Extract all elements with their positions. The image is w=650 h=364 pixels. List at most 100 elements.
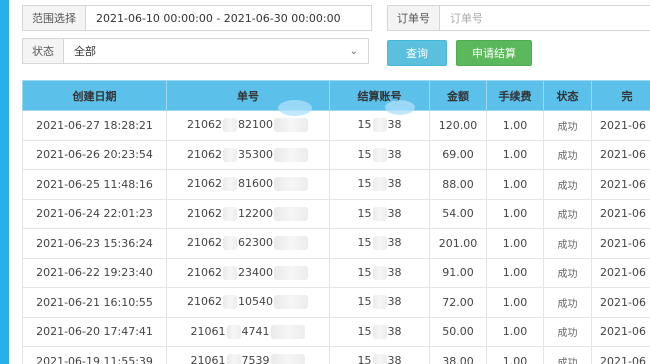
redaction-mask xyxy=(372,265,387,280)
account-prefix: 15 xyxy=(357,354,372,364)
created-date-cell: 2021-06-27 18:28:21 xyxy=(22,110,167,141)
redaction-mask xyxy=(223,177,237,192)
order-number-cell: 21062 35300 xyxy=(166,139,330,170)
order-number-suffix: 4741 xyxy=(241,324,270,338)
fee-cell: 1.00 xyxy=(486,257,544,288)
redaction-mask xyxy=(372,295,387,310)
created-date-cell: 2021-06-22 19:23:40 xyxy=(22,257,167,288)
account-prefix: 15 xyxy=(357,206,372,220)
col-header-fee[interactable]: 手续费 xyxy=(486,80,544,111)
status-cell: 成功 xyxy=(543,257,592,288)
redaction-mask xyxy=(274,118,308,133)
redaction-mask xyxy=(372,236,387,251)
order-number-cell: 21061 7539 xyxy=(166,346,330,364)
date-range-filter: 范围选择 2021-06-10 00:00:00 - 2021-06-30 00… xyxy=(22,5,372,31)
order-number-suffix: 12200 xyxy=(238,206,273,220)
table-row[interactable]: 2021-06-24 22:01:23 21062 12200 15 38 54.0… xyxy=(22,198,650,229)
fee-cell: 1.00 xyxy=(486,287,544,318)
completed-date-cell: 2021-06 xyxy=(591,139,650,170)
created-date-cell: 2021-06-26 20:23:54 xyxy=(22,139,167,170)
query-button[interactable]: 查询 xyxy=(387,40,447,66)
account-prefix: 15 xyxy=(357,324,372,338)
table-row[interactable]: 2021-06-25 11:48:16 21062 81600 15 38 88.0… xyxy=(22,169,650,200)
account-suffix: 38 xyxy=(387,265,402,279)
redaction-mask xyxy=(274,236,308,251)
order-number-prefix: 21062 xyxy=(187,265,222,279)
settlement-account-cell: 15 38 xyxy=(329,169,430,200)
apply-settlement-button[interactable]: 申请结算 xyxy=(456,40,532,66)
account-suffix: 38 xyxy=(387,295,402,309)
order-number-suffix: 10540 xyxy=(238,295,273,309)
account-prefix: 15 xyxy=(357,265,372,279)
amount-cell: 54.00 xyxy=(429,198,487,229)
table-row[interactable]: 2021-06-19 11:55:39 21061 7539 15 38 38.00… xyxy=(22,346,650,364)
completed-date-cell: 2021-06 xyxy=(591,316,650,347)
order-number-prefix: 21061 xyxy=(190,354,226,364)
redaction-mask xyxy=(274,206,308,221)
settlement-account-cell: 15 38 xyxy=(329,287,430,318)
col-header-status[interactable]: 状态 xyxy=(543,80,592,111)
amount-cell: 91.00 xyxy=(429,257,487,288)
table-row[interactable]: 2021-06-22 19:23:40 21062 23400 15 38 91.0… xyxy=(22,257,650,288)
account-suffix: 38 xyxy=(387,354,402,364)
order-number-prefix: 21062 xyxy=(187,206,222,220)
amount-cell: 201.00 xyxy=(429,228,487,259)
completed-date-cell: 2021-06 xyxy=(591,198,650,229)
order-number-suffix: 82100 xyxy=(238,118,273,132)
blur-artifact xyxy=(278,100,312,116)
account-suffix: 38 xyxy=(387,236,402,250)
table-header-row: 创建日期 单号 结算账号 金额 手续费 状态 完 xyxy=(22,80,650,111)
created-date-cell: 2021-06-24 22:01:23 xyxy=(22,198,167,229)
order-number-label: 订单号 xyxy=(387,5,439,31)
table-row[interactable]: 2021-06-20 17:47:41 21061 4741 15 38 50.00… xyxy=(22,316,650,347)
redaction-mask xyxy=(372,206,387,221)
status-cell: 成功 xyxy=(543,316,592,347)
order-number-prefix: 21061 xyxy=(190,324,226,338)
settlement-account-cell: 15 38 xyxy=(329,346,430,364)
settlement-account-cell: 15 38 xyxy=(329,110,430,141)
fee-cell: 1.00 xyxy=(486,228,544,259)
status-select[interactable]: 全部 ⌄ xyxy=(63,38,369,64)
order-number-cell: 21062 81600 xyxy=(166,169,330,200)
date-range-label: 范围选择 xyxy=(22,5,85,31)
table-row[interactable]: 2021-06-23 15:36:24 21062 62300 15 38 201.… xyxy=(22,228,650,259)
redaction-mask xyxy=(372,324,387,339)
completed-date-cell: 2021-06 xyxy=(591,169,650,200)
col-header-completed[interactable]: 完 xyxy=(591,80,650,111)
col-header-amount[interactable]: 金额 xyxy=(429,80,487,111)
order-number-input[interactable]: 订单号 xyxy=(439,5,650,31)
table-row[interactable]: 2021-06-27 18:28:21 21062 82100 15 38 120.… xyxy=(22,110,650,141)
table-row[interactable]: 2021-06-21 16:10:55 21062 10540 15 38 72.0… xyxy=(22,287,650,318)
order-number-cell: 21062 62300 xyxy=(166,228,330,259)
status-cell: 成功 xyxy=(543,169,592,200)
order-number-cell: 21062 10540 xyxy=(166,287,330,318)
order-number-cell: 21062 12200 xyxy=(166,198,330,229)
order-number-prefix: 21062 xyxy=(187,147,222,161)
redaction-mask xyxy=(372,354,387,364)
redaction-mask xyxy=(372,118,387,133)
settlement-account-cell: 15 38 xyxy=(329,198,430,229)
fee-cell: 1.00 xyxy=(486,346,544,364)
created-date-cell: 2021-06-20 17:47:41 xyxy=(22,316,167,347)
fee-cell: 1.00 xyxy=(486,198,544,229)
account-prefix: 15 xyxy=(357,236,372,250)
account-prefix: 15 xyxy=(357,295,372,309)
created-date-cell: 2021-06-23 15:36:24 xyxy=(22,228,167,259)
redaction-mask xyxy=(223,265,237,280)
account-prefix: 15 xyxy=(357,177,372,191)
settlement-account-cell: 15 38 xyxy=(329,139,430,170)
status-cell: 成功 xyxy=(543,110,592,141)
status-cell: 成功 xyxy=(543,139,592,170)
redaction-mask xyxy=(223,295,237,310)
settlement-account-cell: 15 38 xyxy=(329,316,430,347)
table-row[interactable]: 2021-06-26 20:23:54 21062 35300 15 38 69.0… xyxy=(22,139,650,170)
chevron-down-icon: ⌄ xyxy=(349,45,358,57)
redaction-mask xyxy=(270,324,305,339)
order-number-filter: 订单号 订单号 xyxy=(387,5,650,31)
date-range-input[interactable]: 2021-06-10 00:00:00 - 2021-06-30 00:00:0… xyxy=(85,5,372,31)
completed-date-cell: 2021-06 xyxy=(591,287,650,318)
col-header-created-date[interactable]: 创建日期 xyxy=(22,80,167,111)
status-cell: 成功 xyxy=(543,198,592,229)
redaction-mask xyxy=(274,265,308,280)
amount-cell: 88.00 xyxy=(429,169,487,200)
